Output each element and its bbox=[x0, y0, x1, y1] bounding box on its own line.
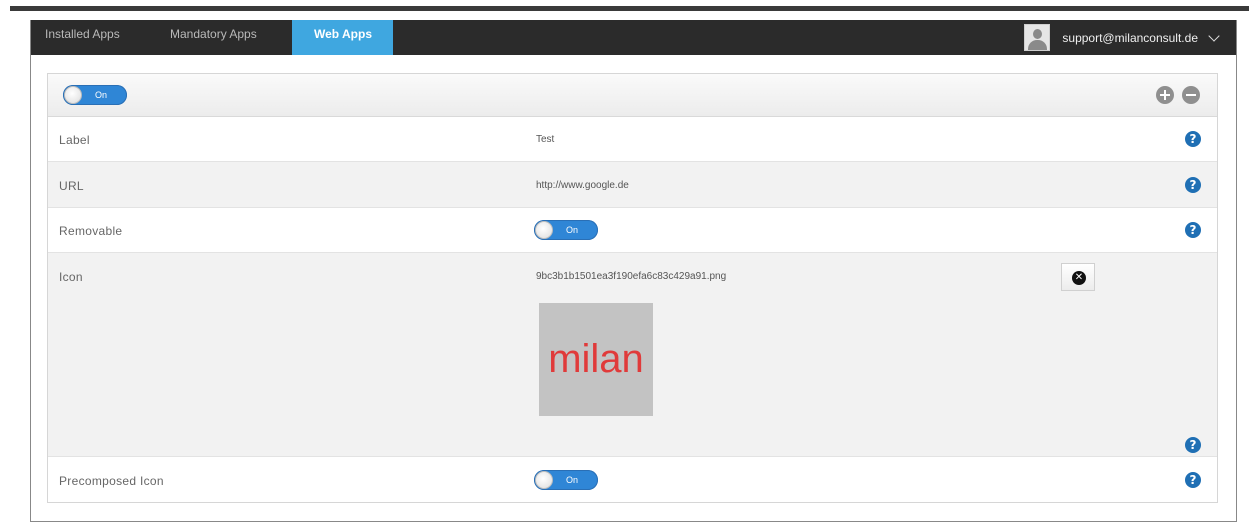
help-icon[interactable]: ? bbox=[1185, 437, 1201, 453]
toggle-knob bbox=[64, 86, 82, 104]
remove-icon[interactable] bbox=[1182, 86, 1200, 104]
row-icon-name: Icon bbox=[59, 270, 83, 284]
app-enabled-toggle[interactable]: On bbox=[63, 85, 127, 105]
tab-installed-apps[interactable]: Installed Apps bbox=[45, 20, 120, 55]
label-value[interactable]: Test bbox=[536, 134, 554, 145]
row-url: URL http://www.google.de ? bbox=[48, 162, 1217, 208]
row-label-name: Label bbox=[59, 133, 90, 147]
tab-mandatory-apps[interactable]: Mandatory Apps bbox=[170, 20, 257, 55]
row-removable-name: Removable bbox=[59, 224, 123, 238]
row-url-name: URL bbox=[59, 179, 84, 193]
avatar bbox=[1024, 24, 1051, 51]
close-icon: ✕ bbox=[1072, 271, 1086, 285]
user-email: support@milanconsult.de bbox=[1062, 30, 1198, 45]
navbar: Installed Apps Mandatory Apps Web Apps s… bbox=[31, 20, 1236, 55]
add-icon[interactable] bbox=[1156, 86, 1174, 104]
help-icon[interactable]: ? bbox=[1185, 472, 1201, 488]
chevron-down-icon[interactable] bbox=[1208, 29, 1220, 42]
row-removable: Removable On ? bbox=[48, 208, 1217, 253]
row-label: Label Test ? bbox=[48, 116, 1217, 162]
help-icon[interactable]: ? bbox=[1185, 131, 1201, 147]
web-app-panel: On Label Test ? URL http://www.google.de… bbox=[47, 73, 1218, 503]
toggle-label: On bbox=[95, 90, 108, 100]
remove-icon-button[interactable]: ✕ bbox=[1061, 263, 1095, 291]
toggle-knob bbox=[535, 221, 553, 239]
toggle-label: On bbox=[566, 225, 579, 235]
url-value[interactable]: http://www.google.de bbox=[536, 180, 629, 191]
icon-filename: 9bc3b1b1501ea3f190efa6c83c429a91.png bbox=[536, 271, 727, 282]
app-frame: Installed Apps Mandatory Apps Web Apps s… bbox=[30, 20, 1237, 522]
toggle-label: On bbox=[566, 475, 579, 485]
icon-preview-image: milan bbox=[539, 303, 653, 416]
user-menu[interactable]: support@milanconsult.de bbox=[1024, 20, 1236, 55]
panel-header: On bbox=[48, 74, 1217, 117]
row-precomposed-icon: Precomposed Icon On ? bbox=[48, 457, 1217, 502]
help-icon[interactable]: ? bbox=[1185, 222, 1201, 238]
row-precomposed-name: Precomposed Icon bbox=[59, 474, 164, 488]
top-divider bbox=[10, 6, 1249, 11]
row-icon: Icon 9bc3b1b1501ea3f190efa6c83c429a91.pn… bbox=[48, 253, 1217, 457]
icon-preview-text: milan bbox=[548, 337, 644, 381]
toggle-knob bbox=[535, 471, 553, 489]
precomposed-toggle[interactable]: On bbox=[534, 470, 598, 490]
help-icon[interactable]: ? bbox=[1185, 177, 1201, 193]
removable-toggle[interactable]: On bbox=[534, 220, 598, 240]
tab-web-apps[interactable]: Web Apps bbox=[292, 20, 394, 55]
